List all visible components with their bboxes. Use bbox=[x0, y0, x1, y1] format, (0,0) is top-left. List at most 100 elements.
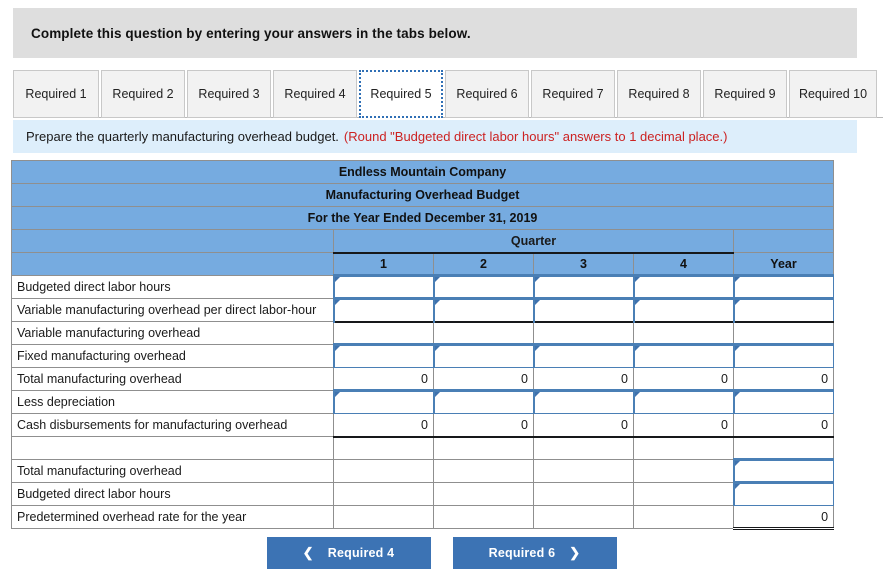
previous-requirement-button[interactable]: ❮ Required 4 bbox=[266, 537, 431, 569]
cell-q4: 0 bbox=[633, 367, 734, 391]
question-instruction-banner: Complete this question by entering your … bbox=[13, 8, 857, 58]
cell-q3 bbox=[533, 459, 634, 483]
input-year[interactable] bbox=[732, 297, 835, 322]
worksheet-data-row: Cash disbursements for manufacturing ove… bbox=[11, 413, 835, 438]
cell-q2 bbox=[433, 320, 534, 345]
cell-q2: 0 bbox=[433, 413, 534, 438]
input-q2[interactable] bbox=[432, 274, 534, 299]
worksheet-title-line-1: Endless Mountain Company bbox=[10, 160, 835, 184]
input-q3[interactable] bbox=[532, 297, 634, 322]
column-header-quarter-3: 3 bbox=[533, 252, 634, 276]
cell-q1: 0 bbox=[333, 413, 434, 438]
column-header-spacer bbox=[11, 252, 334, 276]
quarter-group-header: Quarter bbox=[333, 229, 734, 254]
requirement-description-bar: Prepare the quarterly manufacturing over… bbox=[13, 120, 857, 153]
tab-required-6[interactable]: Required 6 bbox=[445, 70, 529, 118]
tab-label: Required 9 bbox=[714, 87, 776, 101]
previous-requirement-label: Required 4 bbox=[327, 546, 395, 560]
cell-q4 bbox=[633, 436, 734, 460]
input-q4[interactable] bbox=[632, 343, 734, 368]
next-requirement-button[interactable]: Required 6 ❯ bbox=[452, 537, 617, 569]
cell-q3 bbox=[533, 505, 634, 529]
required-tab-strip: Required 1 Required 2 Required 3 Required 4… bbox=[13, 70, 883, 122]
worksheet-data-row: Budgeted direct labor hours bbox=[11, 274, 835, 299]
input-year[interactable] bbox=[732, 389, 835, 414]
cell-q1 bbox=[333, 459, 434, 483]
tab-required-9[interactable]: Required 9 bbox=[703, 70, 787, 118]
next-requirement-label: Required 6 bbox=[488, 546, 556, 560]
worksheet-spacer-row bbox=[11, 436, 835, 460]
tab-required-8[interactable]: Required 8 bbox=[617, 70, 701, 118]
tab-label: Required 10 bbox=[798, 87, 868, 101]
cell-q2 bbox=[433, 482, 534, 506]
tab-label: Required 4 bbox=[284, 87, 346, 101]
cell-year bbox=[732, 436, 835, 460]
tab-required-10[interactable]: Required 10 bbox=[789, 70, 877, 118]
row-label: Less depreciation bbox=[11, 390, 334, 414]
input-year[interactable] bbox=[732, 343, 835, 368]
row-label: Total manufacturing overhead bbox=[11, 367, 334, 391]
input-q3[interactable] bbox=[532, 274, 634, 299]
cell-q3 bbox=[533, 436, 634, 460]
question-instruction-text: Complete this question by entering your … bbox=[31, 25, 471, 41]
tab-required-4[interactable]: Required 4 bbox=[273, 70, 357, 118]
input-q2[interactable] bbox=[432, 297, 534, 322]
cell-q2: 0 bbox=[433, 367, 534, 391]
column-header-quarter-1: 1 bbox=[333, 252, 434, 276]
chevron-left-icon: ❮ bbox=[302, 545, 314, 560]
tab-label: Required 3 bbox=[198, 87, 260, 101]
tab-required-2[interactable]: Required 2 bbox=[101, 70, 185, 118]
input-q2[interactable] bbox=[432, 389, 534, 414]
input-year[interactable] bbox=[732, 274, 835, 299]
cell-year: 0 bbox=[732, 413, 835, 438]
input-q4[interactable] bbox=[632, 389, 734, 414]
tab-label: Required 1 bbox=[25, 87, 87, 101]
worksheet-group-header-row: Quarter bbox=[11, 229, 835, 254]
worksheet-data-row: Fixed manufacturing overhead bbox=[11, 343, 835, 368]
worksheet-data-row: Total manufacturing overhead bbox=[11, 458, 835, 483]
worksheet-title-row: Endless Mountain Company bbox=[10, 160, 835, 184]
column-header-quarter-2: 2 bbox=[433, 252, 534, 276]
cell-year: 0 bbox=[732, 367, 835, 391]
input-q3[interactable] bbox=[532, 343, 634, 368]
input-q1[interactable] bbox=[332, 297, 434, 322]
input-q2[interactable] bbox=[432, 343, 534, 368]
cell-q4 bbox=[633, 320, 734, 345]
cell-q1: 0 bbox=[333, 367, 434, 391]
row-label: Total manufacturing overhead bbox=[11, 459, 334, 483]
tab-required-3[interactable]: Required 3 bbox=[187, 70, 271, 118]
cell-q1 bbox=[333, 436, 434, 460]
worksheet-title-line-3: For the Year Ended December 31, 2019 bbox=[10, 206, 835, 230]
worksheet-data-row: Budgeted direct labor hours bbox=[11, 481, 835, 506]
input-q1[interactable] bbox=[332, 343, 434, 368]
input-year[interactable] bbox=[732, 481, 835, 506]
manufacturing-overhead-budget-table: Endless Mountain Company Manufacturing Ov… bbox=[10, 160, 835, 530]
input-q4[interactable] bbox=[632, 274, 734, 299]
cell-q2 bbox=[433, 436, 534, 460]
cell-q3 bbox=[533, 482, 634, 506]
worksheet-data-row: Predetermined overhead rate for the year… bbox=[11, 505, 835, 530]
worksheet-column-header-row: 1 2 3 4 Year bbox=[11, 252, 835, 276]
tab-required-7[interactable]: Required 7 bbox=[531, 70, 615, 118]
cell-q2 bbox=[433, 505, 534, 529]
row-label: Predetermined overhead rate for the year bbox=[11, 505, 334, 529]
input-q1[interactable] bbox=[332, 389, 434, 414]
requirement-rounding-note: (Round "Budgeted direct labor hours" ans… bbox=[343, 129, 728, 144]
row-label: Variable manufacturing overhead per dire… bbox=[11, 298, 334, 322]
worksheet-data-row: Variable manufacturing overhead per dire… bbox=[11, 297, 835, 322]
row-label: Cash disbursements for manufacturing ove… bbox=[11, 413, 334, 437]
tab-required-5[interactable]: Required 5 bbox=[359, 70, 443, 118]
tab-label: Required 5 bbox=[370, 87, 432, 101]
requirement-text: Prepare the quarterly manufacturing over… bbox=[26, 129, 339, 144]
tab-label: Required 8 bbox=[628, 87, 690, 101]
worksheet-data-row: Variable manufacturing overhead bbox=[11, 320, 835, 345]
worksheet-title-row: Manufacturing Overhead Budget bbox=[10, 183, 835, 207]
input-year[interactable] bbox=[732, 458, 835, 483]
input-q4[interactable] bbox=[632, 297, 734, 322]
input-q3[interactable] bbox=[532, 389, 634, 414]
input-q1[interactable] bbox=[332, 274, 434, 299]
tab-required-1[interactable]: Required 1 bbox=[13, 70, 99, 118]
cell-q4 bbox=[633, 505, 734, 529]
worksheet-title-line-2: Manufacturing Overhead Budget bbox=[10, 183, 835, 207]
requirement-navigation: ❮ Required 4 Required 6 ❯ bbox=[0, 537, 883, 569]
